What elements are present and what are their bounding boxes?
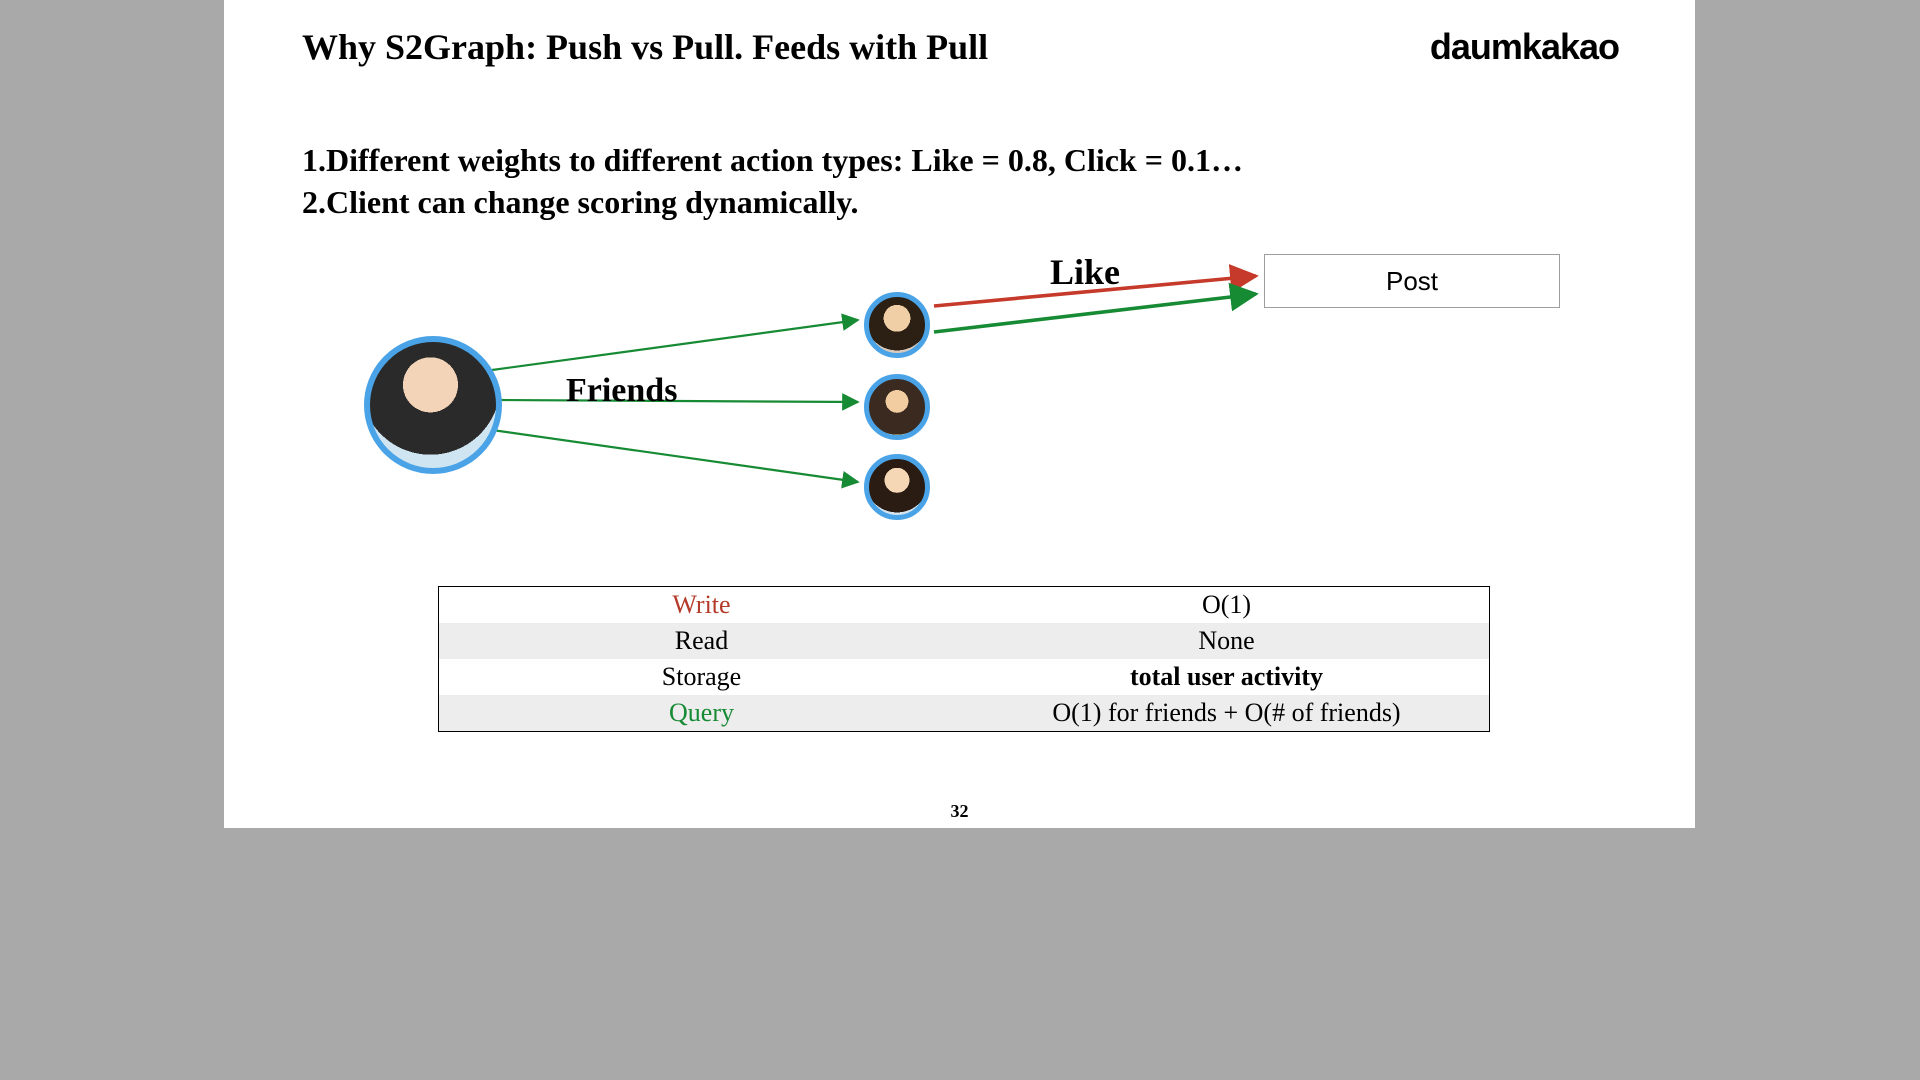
- post-box: Post: [1264, 254, 1560, 308]
- bullet-2: 2.Client can change scoring dynamically.: [302, 182, 1243, 224]
- like-label: Like: [1050, 251, 1120, 293]
- table-label: Query: [439, 695, 964, 731]
- diagram: Friends Like Post: [284, 236, 1614, 536]
- table-row: Write O(1): [439, 587, 1489, 623]
- table-label: Storage: [439, 659, 964, 695]
- avatar-friend-3: [864, 454, 930, 520]
- page-number: 32: [951, 801, 969, 822]
- table-value: total user activity: [964, 659, 1489, 695]
- slide-title: Why S2Graph: Push vs Pull. Feeds with Pu…: [302, 26, 988, 68]
- avatar-friend-2: [864, 374, 930, 440]
- table-value: O(1): [964, 587, 1489, 623]
- table-label: Read: [439, 623, 964, 659]
- brand-logo: daumkakao: [1430, 26, 1619, 68]
- avatar-friend-1: [864, 292, 930, 358]
- table-row: Storage total user activity: [439, 659, 1489, 695]
- complexity-table: Write O(1) Read None Storage total user …: [438, 586, 1490, 732]
- friends-label: Friends: [566, 372, 677, 410]
- table-label: Write: [439, 587, 964, 623]
- avatar-main-user: [364, 336, 502, 474]
- table-value: None: [964, 623, 1489, 659]
- bullet-list: 1.Different weights to different action …: [302, 140, 1243, 223]
- bullet-1: 1.Different weights to different action …: [302, 140, 1243, 182]
- table-value: O(1) for friends + O(# of friends): [964, 695, 1489, 731]
- table-row: Read None: [439, 623, 1489, 659]
- slide: Why S2Graph: Push vs Pull. Feeds with Pu…: [224, 0, 1695, 828]
- table-row: Query O(1) for friends + O(# of friends): [439, 695, 1489, 731]
